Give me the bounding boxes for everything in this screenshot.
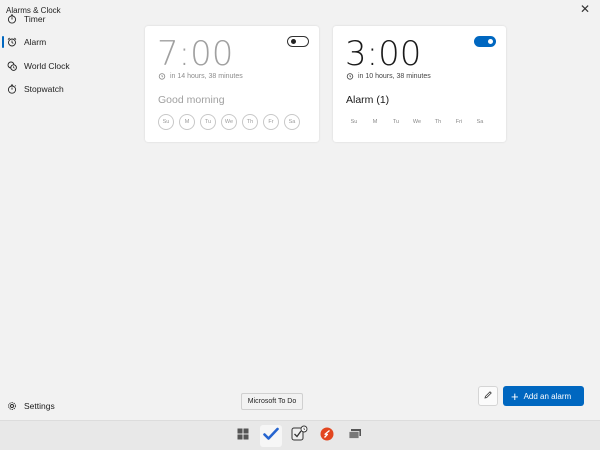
day-indicator: Tu [392,119,400,125]
taskbar [0,420,600,450]
alarm-time: 7:00 [157,34,234,74]
sidebar-item-label: Alarm [24,37,47,47]
day-indicator: M [179,114,195,130]
day-indicator: M [372,119,378,125]
alarm-remaining: in 14 hours, 38 minutes [158,72,243,80]
taskbar-app[interactable] [316,425,338,447]
close-icon: ✕ [579,2,591,16]
alarm-icon [7,37,17,47]
day-indicator: Fri [455,119,463,125]
alarm-toggle[interactable] [474,36,496,47]
sidebar-item-label: Stopwatch [24,84,64,94]
add-alarm-button[interactable]: + Add an alarm [503,386,584,406]
taskbar-alarms-clock[interactable] [288,425,310,447]
alarm-name: Good morning [158,94,225,106]
app-icon [320,427,334,446]
windows-start-button[interactable] [232,425,254,447]
task-view-icon [348,427,362,445]
stopwatch-icon [7,84,17,94]
sidebar-item-label: Timer [24,14,46,24]
taskbar-task-view[interactable] [344,425,366,447]
world-clock-icon [7,61,17,71]
sidebar-item-stopwatch[interactable]: Stopwatch [0,79,128,99]
settings-label: Settings [24,401,55,411]
day-indicator: Th [434,119,442,125]
sidebar-item-settings[interactable]: Settings [0,396,128,416]
sidebar-item-world-clock[interactable]: World Clock [0,56,128,76]
day-indicator: Fr [263,114,279,130]
alarm-card[interactable]: 7:00 in 14 hours, 38 minutes Good mornin… [145,26,319,142]
alarms-clock-icon [290,425,308,448]
taskbar-microsoft-todo[interactable] [260,425,282,447]
sidebar-item-label: World Clock [24,61,70,71]
alarm-remaining-text: in 14 hours, 38 minutes [170,72,243,80]
alarm-card[interactable]: 3:00 in 10 hours, 38 minutes Alarm (1) S… [333,26,506,142]
day-indicator: Tu [200,114,216,130]
alarm-days: Su M Tu We Th Fr Sa [158,114,305,130]
day-indicator: We [221,114,237,130]
sidebar-item-alarm[interactable]: Alarm [0,32,128,52]
alarm-small-icon [158,72,166,80]
day-indicator: Th [242,114,258,130]
close-button[interactable]: ✕ [578,2,592,16]
day-indicator: Su [350,119,358,125]
microsoft-todo-icon [263,427,279,446]
alarm-time: 3:00 [345,34,422,74]
alarm-name: Alarm (1) [346,94,390,106]
sidebar-item-timer[interactable]: Timer [0,9,128,29]
timer-icon [7,14,17,24]
day-indicator: Sa [284,114,300,130]
plus-icon: + [511,388,519,404]
alarms-clock-window: Alarms & Clock ✕ Timer Alarm World Clock [0,0,600,420]
alarm-remaining: in 10 hours, 38 minutes [346,72,431,80]
alarm-small-icon [346,72,354,80]
alarm-toggle[interactable] [287,36,309,47]
pencil-icon [483,387,493,405]
alarm-days: Su M Tu We Th Fri Sa [346,114,493,130]
day-indicator: Sa [476,119,484,125]
taskbar-tooltip: Microsoft To Do [241,393,303,410]
windows-start-icon [237,427,249,445]
sidebar: Timer Alarm World Clock Stopwatch Settin… [0,0,130,420]
alarm-remaining-text: in 10 hours, 38 minutes [358,72,431,80]
edit-alarms-button[interactable] [478,386,498,406]
add-alarm-label: Add an alarm [523,391,572,401]
day-indicator: We [412,119,422,125]
day-indicator: Su [158,114,174,130]
gear-icon [7,401,17,411]
